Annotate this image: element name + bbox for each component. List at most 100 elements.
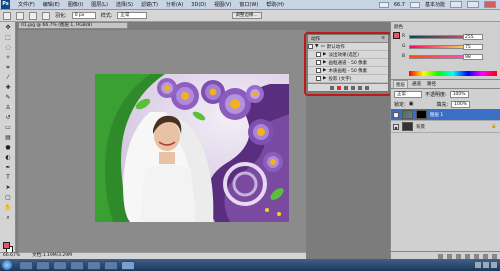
- brush-tool-icon[interactable]: ✎: [3, 93, 13, 102]
- subtract-selection-icon[interactable]: [42, 11, 50, 20]
- layer-thumbnail: [402, 122, 413, 131]
- menu-edit[interactable]: 编辑(E): [39, 0, 64, 10]
- color-panel: 颜色 R 255 G 75 B 98: [391, 22, 500, 80]
- blend-mode-select[interactable]: 正常: [394, 90, 422, 98]
- eye-icon[interactable]: ◉: [393, 123, 399, 130]
- foreground-color-swatch[interactable]: [3, 242, 10, 249]
- close-button[interactable]: [484, 1, 496, 8]
- opacity-input[interactable]: 100%: [449, 90, 469, 98]
- layer-thumbnail: [402, 110, 413, 119]
- tab-channels[interactable]: 通道: [410, 80, 423, 88]
- marquee-tool-icon[interactable]: ⬚: [3, 33, 13, 42]
- taskbar-app-icon[interactable]: [87, 260, 101, 270]
- group-icon[interactable]: [474, 253, 479, 259]
- marquee-tool-icon[interactable]: [3, 11, 11, 20]
- menu-window[interactable]: 窗口(W): [235, 0, 262, 10]
- eye-icon[interactable]: ◉: [393, 111, 399, 118]
- eraser-tool-icon[interactable]: ▭: [3, 123, 13, 132]
- b-value[interactable]: 98: [463, 54, 483, 60]
- layers-options: 正常 不透明度: 100%: [391, 89, 500, 99]
- crop-tool-icon[interactable]: ⌗: [3, 63, 13, 72]
- taskbar-app-icon[interactable]: [53, 260, 67, 270]
- b-label: B: [402, 54, 406, 59]
- menu-layer[interactable]: 图层(L): [87, 0, 112, 10]
- options-bar: 羽化: 0 px 样式: 正常 调整边缘...: [0, 10, 500, 22]
- eyedropper-icon[interactable]: ⁄: [3, 73, 13, 82]
- taskbar-app-icon[interactable]: [36, 260, 50, 270]
- g-value[interactable]: 75: [463, 44, 483, 50]
- clone-stamp-icon[interactable]: ♙: [3, 103, 13, 112]
- magic-wand-icon[interactable]: ✧: [3, 53, 13, 62]
- pen-tool-icon[interactable]: ✒: [3, 163, 13, 172]
- menu-help[interactable]: 帮助(H): [262, 0, 288, 10]
- gradient-tool-icon[interactable]: ▤: [3, 133, 13, 142]
- refine-edge-button[interactable]: 调整边缘...: [232, 12, 263, 19]
- new-layer-icon[interactable]: [483, 253, 488, 259]
- hand-tool-icon[interactable]: ✋: [3, 203, 13, 212]
- menu-filter[interactable]: 滤镜(T): [137, 0, 162, 10]
- menu-analysis[interactable]: 分析(A): [162, 0, 187, 10]
- layer-row[interactable]: ◉ 背景 🔒: [391, 121, 500, 133]
- lasso-tool-icon[interactable]: ◌: [3, 43, 13, 52]
- fx-icon[interactable]: [447, 253, 452, 259]
- move-tool-icon[interactable]: ✥: [3, 23, 13, 32]
- layer-mask-thumbnail[interactable]: [416, 110, 427, 119]
- mask-icon[interactable]: [456, 253, 461, 259]
- taskbar-app-icon[interactable]: [19, 260, 33, 270]
- tray-icon[interactable]: [483, 262, 489, 268]
- feather-input[interactable]: 0 px: [71, 12, 96, 19]
- new-selection-icon[interactable]: [16, 11, 24, 20]
- layer-name: 图层 1: [430, 112, 444, 118]
- tab-paths[interactable]: 路径: [425, 80, 438, 88]
- arrange-icon[interactable]: [409, 1, 420, 8]
- tab-layers[interactable]: 图层: [393, 80, 408, 88]
- maximize-button[interactable]: [467, 1, 479, 8]
- fill-label: 填充:: [436, 101, 449, 108]
- feather-label: 羽化:: [55, 13, 67, 19]
- blur-tool-icon[interactable]: ●: [3, 143, 13, 152]
- add-selection-icon[interactable]: [29, 11, 37, 20]
- zoom-tool-icon[interactable]: ⌕: [3, 213, 13, 222]
- lock-icon[interactable]: ▣: [409, 101, 414, 107]
- path-select-icon[interactable]: ➤: [3, 183, 13, 192]
- fill-input[interactable]: 100%: [451, 100, 470, 108]
- menu-image[interactable]: 图像(I): [64, 0, 87, 10]
- taskbar-photoshop-icon[interactable]: [121, 260, 135, 270]
- type-tool-icon[interactable]: T: [3, 173, 13, 182]
- windows-taskbar: [0, 259, 500, 271]
- adjustment-icon[interactable]: [465, 253, 470, 259]
- trash-icon[interactable]: [492, 253, 497, 259]
- taskbar-app-icon[interactable]: [104, 260, 118, 270]
- menu-3d[interactable]: 3D(D): [187, 0, 210, 10]
- g-label: G: [402, 44, 406, 49]
- document-image[interactable]: [95, 74, 289, 222]
- zoom-dropdown[interactable]: 66.7: [394, 2, 405, 8]
- tray-icon[interactable]: [491, 262, 497, 268]
- color-fg-swatch[interactable]: [393, 32, 400, 39]
- healing-brush-icon[interactable]: ✚: [3, 83, 13, 92]
- start-button[interactable]: [2, 260, 12, 270]
- document-tab[interactable]: 01.jpg @ 66.7% (图层 1, RGB/8): [18, 22, 128, 29]
- toolbox: ✥ ⬚ ◌ ✧ ⌗ ⁄ ✚ ✎ ♙ ↺ ▭ ▤ ● ◐ ✒ T ➤ ▢ ✋ ⌕: [0, 22, 16, 260]
- layer-row[interactable]: ◉ 图层 1: [391, 109, 500, 121]
- taskbar-app-icon[interactable]: [70, 260, 84, 270]
- menu-file[interactable]: 文件(F): [14, 0, 39, 10]
- bridge-icon[interactable]: [378, 1, 389, 8]
- shape-tool-icon[interactable]: ▢: [3, 193, 13, 202]
- color-spectrum[interactable]: [409, 71, 497, 76]
- menu-view[interactable]: 视图(V): [210, 0, 235, 10]
- status-bar: 66.67% 文档:1.19M/3.29M: [0, 252, 306, 259]
- minimize-button[interactable]: [450, 1, 462, 8]
- color-tab[interactable]: 颜色: [394, 24, 403, 30]
- tray-icon[interactable]: [475, 262, 481, 268]
- style-select[interactable]: 正常: [117, 12, 148, 19]
- history-brush-icon[interactable]: ↺: [3, 113, 13, 122]
- workspace-switcher[interactable]: 基本功能: [425, 1, 445, 8]
- r-value[interactable]: 255: [463, 34, 483, 40]
- dodge-tool-icon[interactable]: ◐: [3, 153, 13, 162]
- menu-select[interactable]: 选择(S): [112, 0, 137, 10]
- menu-bar: Ps 文件(F) 编辑(E) 图像(I) 图层(L) 选择(S) 滤镜(T) 分…: [0, 0, 500, 10]
- lock-label: 锁定:: [394, 101, 406, 108]
- link-icon[interactable]: [438, 253, 443, 259]
- menu-right: 66.7 基本功能: [378, 1, 500, 8]
